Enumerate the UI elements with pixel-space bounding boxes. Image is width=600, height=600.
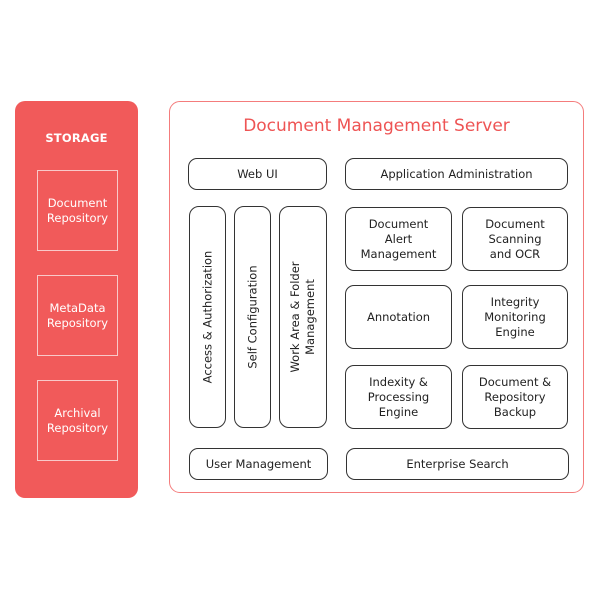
web-ui-label: Web UI — [237, 166, 278, 181]
user-management-label: User Management — [205, 456, 312, 471]
repo-label: Repository — [46, 420, 109, 435]
storage-panel: STORAGE Document Repository MetaData Repos… — [15, 101, 138, 498]
vertical-label: Access & Authorization — [200, 250, 214, 384]
repo-label: MetaData — [49, 300, 106, 315]
metadata-repository[interactable]: MetaData Repository — [37, 275, 118, 356]
document-repository[interactable]: Document Repository — [37, 170, 118, 251]
repo-label: Archival — [54, 405, 101, 420]
module-label-line: Engine — [378, 404, 419, 419]
user-management-box[interactable]: User Management — [189, 448, 328, 480]
integrity-monitoring-engine-box[interactable]: Integrity Monitoring Engine — [462, 285, 568, 349]
vertical-label: Work Area & Folder — [288, 261, 302, 373]
annotation-box[interactable]: Annotation — [345, 285, 452, 349]
module-label-line: Document & — [478, 374, 552, 389]
module-label-line: Alert — [384, 231, 413, 246]
archival-repository[interactable]: Archival Repository — [37, 380, 118, 461]
module-label-line: Indexity & — [369, 374, 428, 389]
indexity-processing-engine-box[interactable]: Indexity & Processing Engine — [345, 365, 452, 429]
repo-label: Document — [47, 195, 108, 210]
web-ui-box[interactable]: Web UI — [188, 158, 327, 190]
module-label-line: Processing — [367, 389, 430, 404]
document-alert-management-box[interactable]: Document Alert Management — [345, 207, 452, 271]
enterprise-search-label: Enterprise Search — [406, 456, 509, 471]
vertical-label: Self Configuration — [245, 265, 259, 369]
application-administration-box[interactable]: Application Administration — [345, 158, 568, 190]
module-label-line: Scanning — [488, 231, 542, 246]
module-label-line: Document — [485, 216, 545, 231]
document-repository-backup-box[interactable]: Document & Repository Backup — [462, 365, 568, 429]
repo-label: Repository — [46, 210, 109, 225]
server-title: Document Management Server — [243, 116, 510, 136]
module-label-line: Document — [368, 216, 429, 231]
module-label-line: Repository — [484, 389, 546, 404]
enterprise-search-box[interactable]: Enterprise Search — [346, 448, 569, 480]
vertical-label: Management — [303, 279, 317, 355]
module-label-line: Integrity — [490, 294, 540, 309]
module-label-line: Monitoring — [484, 309, 546, 324]
access-authorization-box[interactable]: Access & Authorization — [189, 206, 226, 428]
storage-title: STORAGE — [45, 131, 108, 145]
work-area-folder-management-box[interactable]: Work Area & Folder Management — [279, 206, 327, 428]
module-label-line: Management — [360, 246, 437, 261]
document-scanning-ocr-box[interactable]: Document Scanning and OCR — [462, 207, 568, 271]
app-admin-label: Application Administration — [380, 166, 533, 181]
repo-label: Repository — [46, 315, 109, 330]
module-label-line: Annotation — [366, 309, 431, 324]
module-label-line: Backup — [493, 404, 537, 419]
module-label-line: and OCR — [489, 246, 541, 261]
module-label-line: Engine — [495, 324, 535, 339]
self-configuration-box[interactable]: Self Configuration — [234, 206, 271, 428]
